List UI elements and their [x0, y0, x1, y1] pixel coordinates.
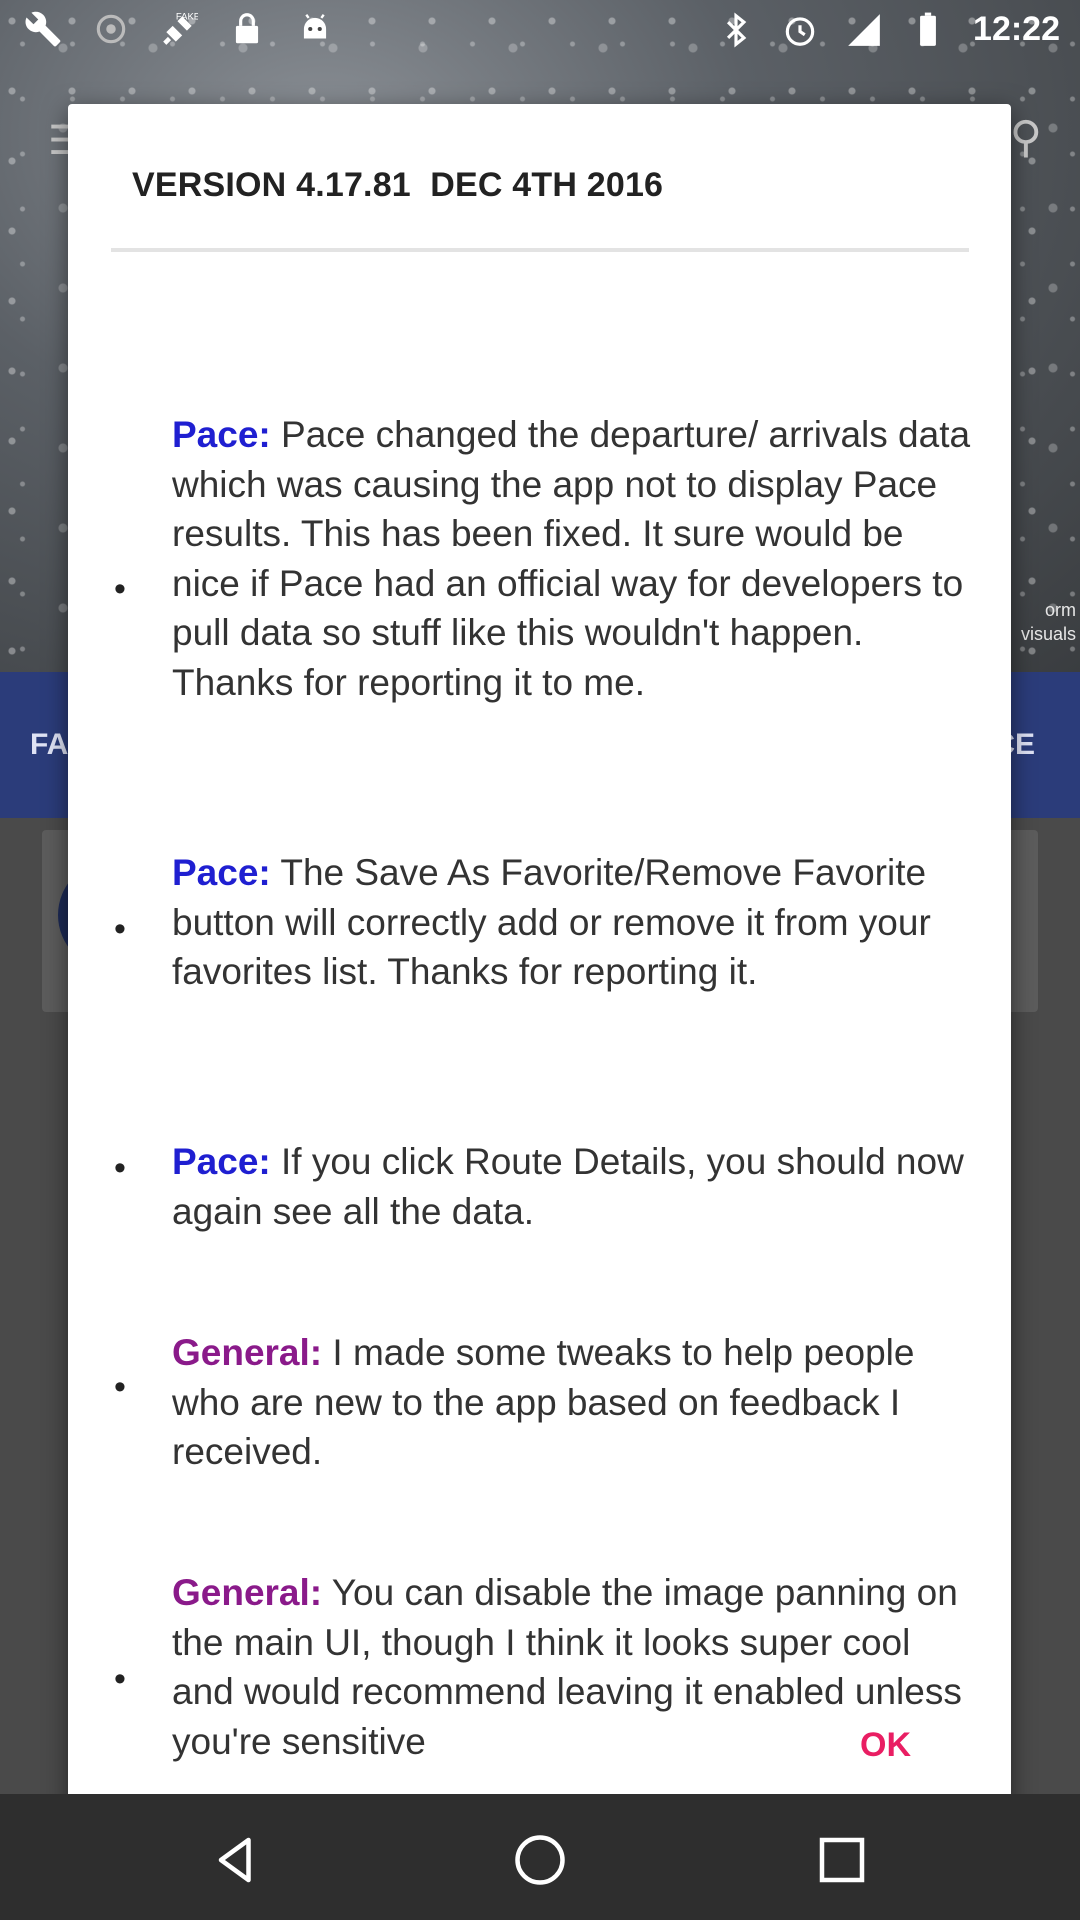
- home-icon[interactable]: [510, 1830, 570, 1890]
- battery-icon: [909, 11, 947, 49]
- bullet: •: [114, 1368, 126, 1406]
- photo-caption: orm visuals: [1020, 600, 1076, 644]
- ok-button[interactable]: OK: [850, 1716, 921, 1775]
- note-tag: Pace:: [172, 1141, 271, 1182]
- note-tag: General:: [172, 1332, 323, 1373]
- status-bar: FAKE 12:22: [0, 0, 1080, 64]
- note-tag: Pace:: [172, 414, 271, 455]
- note-text: General: I made some tweaks to help peop…: [172, 1328, 972, 1477]
- alarm-icon: [781, 11, 819, 49]
- release-notes-list[interactable]: • Pace: Pace changed the departure/ arri…: [68, 252, 1011, 1774]
- bullet: •: [114, 570, 126, 608]
- recent-apps-icon[interactable]: [812, 1830, 872, 1890]
- bullet: •: [114, 1660, 126, 1698]
- bullet: •: [114, 910, 126, 948]
- svg-text:FAKE: FAKE: [176, 12, 198, 23]
- signal-icon: [845, 11, 883, 49]
- note-body: Pace changed the departure/ arrivals dat…: [172, 414, 971, 703]
- whats-new-dialog: VERSION 4.17.81 DEC 4TH 2016 • Pace: Pac…: [68, 104, 1011, 1814]
- note-body: The Save As Favorite/Remove Favorite but…: [172, 852, 931, 992]
- bullet: •: [114, 1149, 126, 1187]
- navigation-bar: [0, 1794, 1080, 1920]
- search-icon: ⚲: [1009, 113, 1042, 162]
- note-text: Pace: Pace changed the departure/ arriva…: [172, 410, 972, 707]
- back-icon[interactable]: [206, 1830, 266, 1890]
- bluetooth-icon: [717, 11, 755, 49]
- android-icon: [296, 10, 334, 48]
- status-time: 12:22: [973, 10, 1060, 48]
- note-text: Pace: The Save As Favorite/Remove Favori…: [172, 848, 972, 997]
- note-body: If you click Route Details, you should n…: [172, 1141, 964, 1232]
- note-tag: Pace:: [172, 852, 271, 893]
- fake-gps-icon: FAKE: [160, 10, 200, 48]
- wrench-icon: [24, 10, 62, 48]
- lock-icon: [228, 10, 266, 48]
- note-text: Pace: If you click Route Details, you sh…: [172, 1137, 972, 1236]
- gps-icon: [92, 10, 130, 48]
- tab-left-label: FA: [30, 728, 69, 761]
- dialog-title: VERSION 4.17.81 DEC 4TH 2016: [132, 166, 664, 204]
- note-tag: General:: [172, 1572, 323, 1613]
